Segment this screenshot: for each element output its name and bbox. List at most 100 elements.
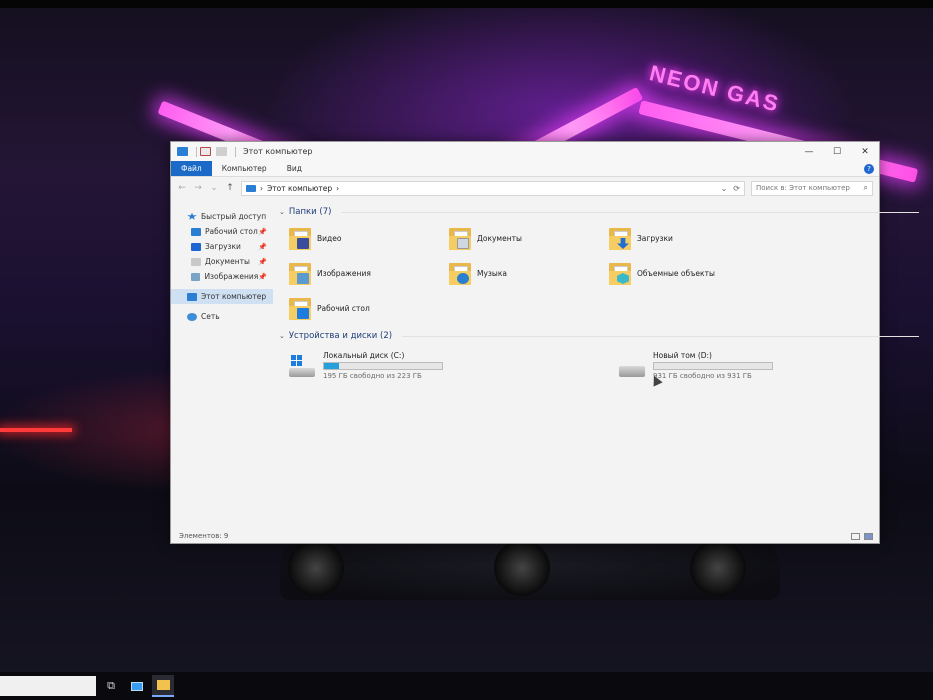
chevron-down-icon[interactable]: ⌄	[279, 208, 285, 216]
pictures-icon	[191, 272, 201, 281]
address-bar[interactable]: › Этот компьютер › ⌄ ⟳	[241, 180, 745, 196]
chevron-down-icon[interactable]: ⌄	[279, 332, 285, 340]
forward-button[interactable]: →	[193, 183, 203, 193]
drive-info: Новый том (D:) 931 ГБ свободно из 931 ГБ	[653, 351, 773, 380]
tab-file[interactable]: Файл	[171, 161, 212, 176]
star-icon	[187, 212, 197, 220]
drive-usage-fill	[324, 363, 339, 369]
search-placeholder: Поиск в: Этот компьютер	[756, 184, 850, 192]
nav-item-this-pc[interactable]: Этот компьютер	[171, 289, 273, 304]
nav-item-pictures[interactable]: Изображения 📌	[171, 269, 273, 284]
pin-icon[interactable]: 📌	[258, 273, 267, 281]
folder-item[interactable]: Загрузки	[609, 225, 769, 251]
file-explorer-icon	[156, 680, 170, 690]
computer-icon	[177, 147, 188, 156]
title-bar[interactable]: Этот компьютер — ☐ ✕	[171, 142, 879, 161]
video-folder-icon	[289, 226, 311, 250]
folder-item[interactable]: Изображения	[289, 260, 449, 286]
pin-icon[interactable]: 📌	[258, 228, 267, 236]
nav-item-label: Этот компьютер	[201, 292, 267, 301]
folder-label: Объемные объекты	[637, 268, 715, 278]
nav-quick-access[interactable]: Быстрый доступ	[171, 209, 273, 224]
explorer-window: Этот компьютер — ☐ ✕ Файл Компьютер Вид …	[170, 141, 919, 544]
window-controls: — ☐ ✕	[795, 142, 879, 161]
pin-icon[interactable]: 📌	[258, 243, 267, 251]
drive-free-space: 931 ГБ свободно из 931 ГБ	[653, 372, 752, 380]
pin-icon[interactable]: 📌	[258, 258, 267, 266]
content-pane: ⌄ Папки (7) Видео Документы Загрузки Изо…	[273, 199, 925, 529]
up-button[interactable]: ↑	[225, 183, 235, 193]
navigation-pane: Быстрый доступ Рабочий стол 📌 Загрузки 📌…	[171, 199, 273, 529]
taskbar-search-box[interactable]	[0, 676, 96, 696]
task-view-button[interactable]: ⧉	[100, 675, 122, 697]
system-drive-icon	[289, 355, 315, 377]
drive-usage-bar	[653, 362, 773, 370]
drive-name: Локальный диск (C:)	[323, 351, 405, 360]
drives-group-header[interactable]: ⌄ Устройства и диски (2)	[279, 329, 919, 343]
status-bar: Элементов: 9	[171, 529, 879, 543]
nav-item-label: Документы	[205, 257, 250, 266]
search-input[interactable]: Поиск в: Этот компьютер ⌕	[751, 180, 873, 196]
drives-list: Локальный диск (C:) 195 ГБ свободно из 2…	[289, 351, 919, 380]
properties-icon[interactable]	[200, 147, 211, 156]
nav-item-desktop[interactable]: Рабочий стол 📌	[171, 224, 273, 239]
screen-bezel	[0, 0, 933, 8]
maximize-button[interactable]: ☐	[823, 142, 851, 161]
car-wheel	[288, 540, 344, 596]
refresh-icon[interactable]: ⟳	[733, 184, 740, 193]
divider	[341, 211, 919, 213]
breadcrumb-separator[interactable]: ›	[336, 184, 339, 193]
folder-label: Рабочий стол	[317, 303, 370, 313]
drive-item[interactable]: Новый том (D:) 931 ГБ свободно из 931 ГБ	[619, 351, 919, 380]
nav-item-documents[interactable]: Документы 📌	[171, 254, 273, 269]
divider	[196, 146, 197, 157]
address-dropdown-icon[interactable]: ⌄	[721, 184, 728, 193]
drive-item[interactable]: Локальный диск (C:) 195 ГБ свободно из 2…	[289, 351, 589, 380]
tab-computer[interactable]: Компьютер	[212, 161, 277, 176]
network-icon	[187, 312, 197, 321]
nav-item-downloads[interactable]: Загрузки 📌	[171, 239, 273, 254]
breadcrumb-separator[interactable]: ›	[260, 184, 263, 193]
tiles-view-button[interactable]	[864, 532, 873, 540]
drive-free-space: 195 ГБ свободно из 223 ГБ	[323, 372, 422, 380]
help-icon[interactable]: ?	[864, 163, 874, 174]
group-title: Папки (7)	[288, 207, 332, 217]
folder-label: Музыка	[477, 268, 507, 278]
breadcrumb-this-pc[interactable]: Этот компьютер	[267, 184, 332, 193]
drive-info: Локальный диск (C:) 195 ГБ свободно из 2…	[323, 351, 443, 380]
recent-locations-button[interactable]: ⌄	[209, 183, 219, 193]
folders-group-header[interactable]: ⌄ Папки (7)	[279, 205, 919, 219]
downloads-folder-icon	[609, 226, 631, 250]
computer-icon	[246, 184, 256, 192]
address-actions: ⌄ ⟳	[721, 184, 740, 193]
close-button[interactable]: ✕	[851, 142, 879, 161]
folder-item[interactable]: Рабочий стол	[289, 295, 449, 321]
desktop-folder-icon	[289, 296, 311, 320]
folder-item[interactable]: Документы	[449, 225, 609, 251]
new-folder-icon[interactable]	[216, 147, 227, 156]
pictures-folder-icon	[289, 261, 311, 285]
folder-item[interactable]: Объемные объекты	[609, 260, 769, 286]
folder-label: Видео	[317, 233, 342, 243]
view-toggle	[851, 532, 873, 540]
nav-item-label: Загрузки	[205, 242, 241, 251]
3d-objects-folder-icon	[609, 261, 631, 285]
windows-logo-icon	[291, 355, 302, 366]
taskbar-file-explorer-button[interactable]	[152, 675, 174, 697]
documents-folder-icon	[449, 226, 471, 250]
folder-item[interactable]: Видео	[289, 225, 449, 251]
tab-view[interactable]: Вид	[277, 161, 312, 176]
address-row: ← → ⌄ ↑ › Этот компьютер › ⌄ ⟳ Поиск в: …	[171, 177, 879, 199]
details-view-button[interactable]	[851, 532, 860, 540]
search-icon[interactable]: ⌕	[864, 183, 868, 193]
minimize-button[interactable]: —	[795, 142, 823, 161]
download-icon	[191, 242, 201, 251]
car-wheel	[494, 540, 550, 596]
nav-item-label: Изображения	[204, 272, 259, 281]
folder-item[interactable]: Музыка	[449, 260, 609, 286]
back-button[interactable]: ←	[177, 183, 187, 193]
taskbar-this-pc-button[interactable]	[126, 675, 148, 697]
nav-item-network[interactable]: Сеть	[171, 309, 273, 324]
nav-item-label: Рабочий стол	[205, 227, 258, 236]
taskbar: ⧉	[0, 672, 933, 700]
